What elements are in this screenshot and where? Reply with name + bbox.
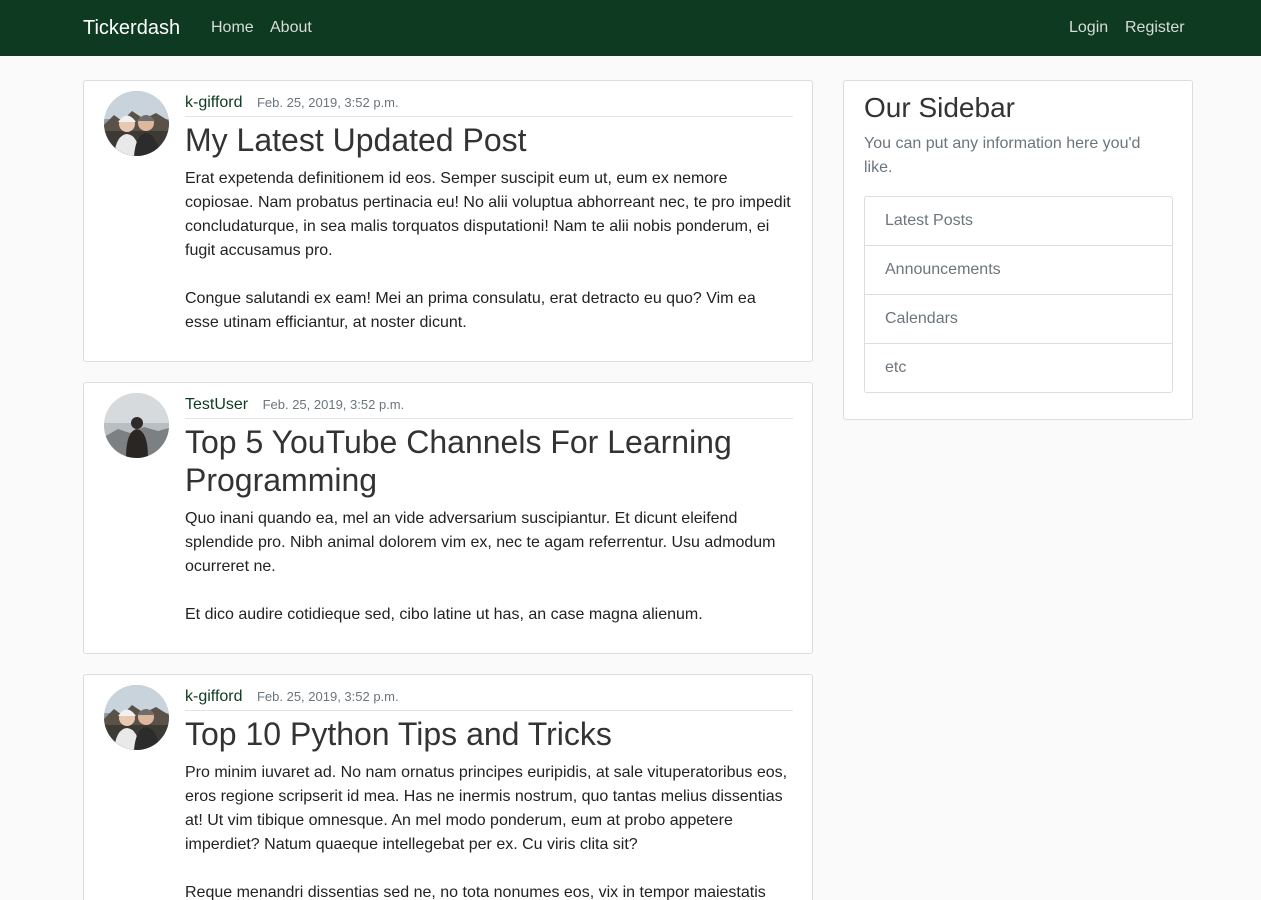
avatar-couple-photo-icon [104, 685, 169, 750]
post-title[interactable]: Top 10 Python Tips and Tricks [185, 715, 793, 753]
nav-register[interactable]: Register [1125, 18, 1185, 38]
post-meta: k-gifford Feb. 25, 2019, 3:52 p.m. [185, 687, 793, 711]
post-content: Erat expetenda definitionem id eos. Semp… [185, 167, 793, 359]
post-title[interactable]: My Latest Updated Post [185, 121, 793, 159]
post-date: Feb. 25, 2019, 3:52 p.m. [262, 397, 405, 412]
post-paragraph: Congue salutandi ex eam! Mei an prima co… [185, 290, 756, 331]
brand-logo[interactable]: Tickerdash [83, 17, 180, 39]
post-paragraph: Quo inani quando ea, mel an vide adversa… [185, 510, 776, 575]
post-paragraph: Pro minim iuvaret ad. No nam ornatus pri… [185, 764, 788, 853]
post-author-link[interactable]: TestUser [185, 396, 248, 413]
post-title[interactable]: Top 5 YouTube Channels For Learning Prog… [185, 423, 793, 499]
post-paragraph: Reque menandri dissentias sed ne, no tot… [185, 884, 766, 900]
navbar: Tickerdash Home About Login Register [0, 0, 1261, 56]
post-card: k-gifford Feb. 25, 2019, 3:52 p.m. My La… [83, 80, 813, 362]
post-card: TestUser Feb. 25, 2019, 3:52 p.m. Top 5 … [83, 382, 813, 654]
post-paragraph: Erat expetenda definitionem id eos. Semp… [185, 170, 791, 259]
avatar-person-silhouette-icon [104, 393, 169, 458]
sidebar-list: Latest Posts Announcements Calendars etc [864, 196, 1173, 393]
post-author-link[interactable]: k-gifford [185, 688, 243, 705]
sidebar-item-announcements[interactable]: Announcements [865, 246, 1172, 295]
post-content: Quo inani quando ea, mel an vide adversa… [185, 507, 793, 651]
post-card: k-gifford Feb. 25, 2019, 3:52 p.m. Top 1… [83, 674, 813, 900]
avatar-couple-photo-icon [104, 91, 169, 156]
post-date: Feb. 25, 2019, 3:52 p.m. [256, 689, 399, 704]
nav-login[interactable]: Login [1069, 18, 1108, 38]
avatar [104, 91, 169, 156]
sidebar-item-latest-posts[interactable]: Latest Posts [865, 197, 1172, 246]
nav-about[interactable]: About [270, 18, 312, 38]
nav-home[interactable]: Home [211, 18, 254, 38]
avatar [104, 393, 169, 458]
sidebar: Our Sidebar You can put any information … [843, 80, 1193, 420]
sidebar-title: Our Sidebar [864, 92, 1015, 123]
post-content: Pro minim iuvaret ad. No nam ornatus pri… [185, 761, 793, 900]
sidebar-item-calendars[interactable]: Calendars [865, 295, 1172, 344]
post-meta: TestUser Feb. 25, 2019, 3:52 p.m. [185, 395, 793, 419]
avatar [104, 685, 169, 750]
post-paragraph: Et dico audire cotidieque sed, cibo lati… [185, 606, 703, 623]
post-author-link[interactable]: k-gifford [185, 94, 243, 111]
post-date: Feb. 25, 2019, 3:52 p.m. [256, 95, 399, 110]
post-meta: k-gifford Feb. 25, 2019, 3:52 p.m. [185, 93, 793, 117]
sidebar-item-etc[interactable]: etc [865, 344, 1172, 392]
sidebar-description: You can put any information here you'd l… [864, 135, 1141, 176]
